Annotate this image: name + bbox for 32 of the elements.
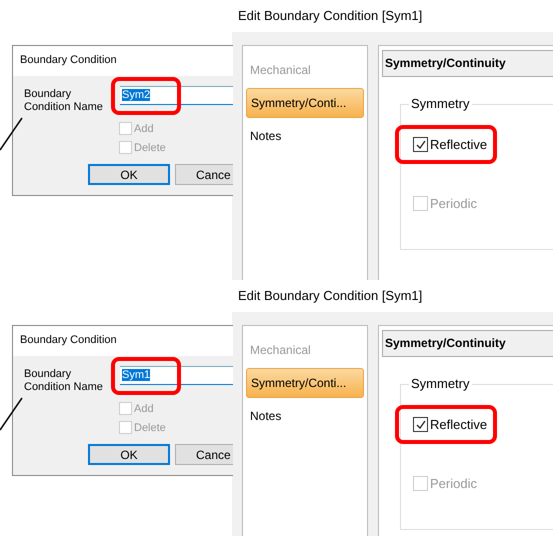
dialog-button[interactable]: Cance [175, 164, 233, 185]
nav-item[interactable]: Notes [246, 122, 364, 150]
checkbox[interactable] [413, 417, 428, 432]
nav-item[interactable]: Notes [246, 402, 364, 430]
section-header: Symmetry/Continuity [382, 330, 553, 357]
dialog-button[interactable]: OK [88, 444, 170, 465]
checkbox-label: Add [134, 122, 154, 134]
dialog-button[interactable]: OK [88, 164, 170, 185]
checkbox-label: Periodic [430, 196, 477, 211]
checkbox[interactable] [413, 137, 428, 152]
checkbox-label: Add [134, 402, 154, 414]
checkbox-label: Delete [134, 422, 166, 434]
nav-item[interactable]: Symmetry/Conti... [246, 88, 364, 118]
checkbox-label: Delete [134, 142, 166, 154]
nav-item[interactable]: Symmetry/Conti... [246, 368, 364, 398]
checkbox-label: Reflective [430, 137, 488, 152]
field-label: Boundary Condition Name [24, 368, 104, 394]
dialog-title: Edit Boundary Condition [Sym1] [237, 287, 424, 305]
group-title: Symmetry [409, 376, 472, 391]
field-label: Boundary Condition Name [24, 88, 104, 114]
dialog-title: Edit Boundary Condition [Sym1] [237, 7, 424, 25]
dialog-title: Boundary Condition [13, 46, 233, 76]
section-header: Symmetry/Continuity [382, 50, 553, 77]
name-field[interactable]: Sym1 [120, 366, 233, 385]
group-title: Symmetry [409, 96, 472, 111]
leader-line [0, 116, 24, 152]
name-field[interactable]: Sym2 [120, 86, 233, 105]
leader-line [0, 396, 24, 432]
checkbox-label: Periodic [430, 476, 477, 491]
dialog-button[interactable]: Cance [175, 444, 233, 465]
checkbox-label: Reflective [430, 417, 488, 432]
dialog-title: Boundary Condition [13, 326, 233, 356]
